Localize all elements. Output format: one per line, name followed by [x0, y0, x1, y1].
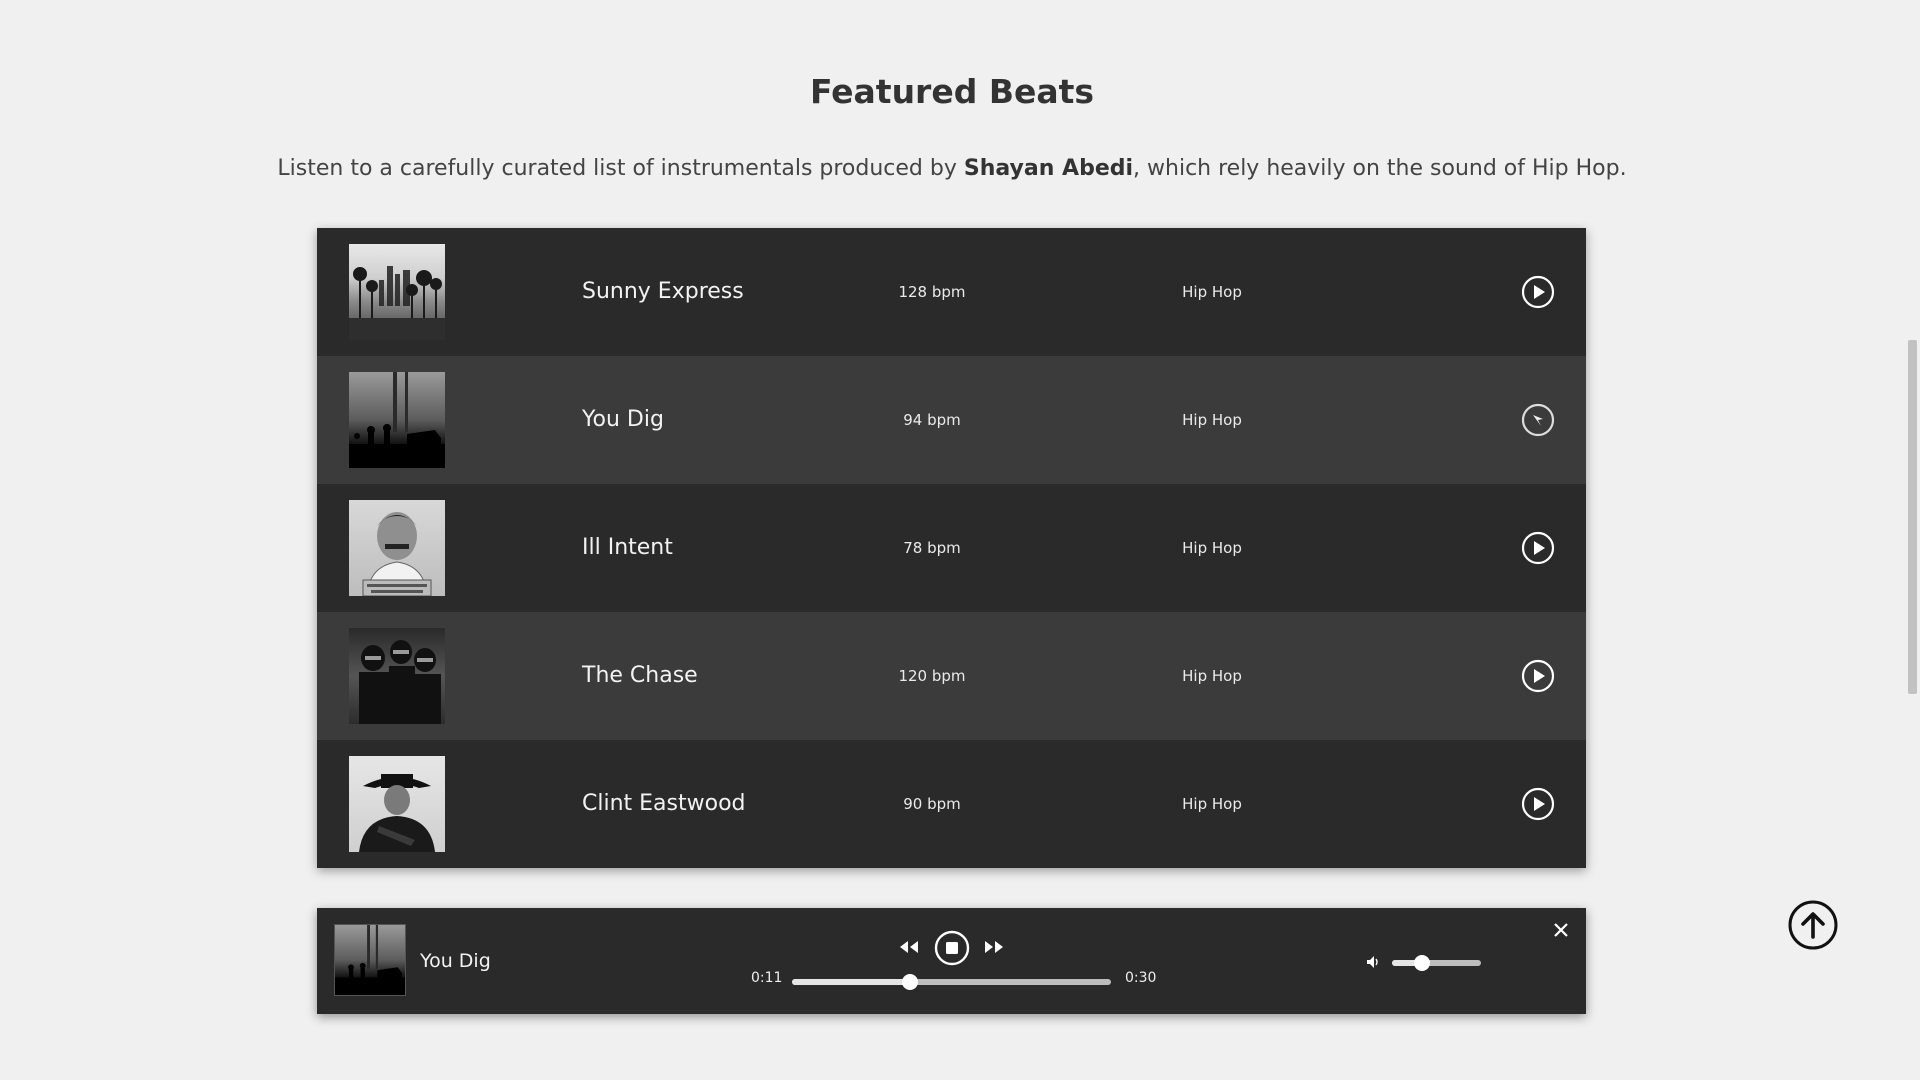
beat-genre: Hip Hop — [1182, 539, 1242, 557]
fast-forward-icon — [985, 941, 1003, 953]
beat-row[interactable]: You Dig 94 bpm Hip Hop — [317, 356, 1586, 484]
beat-genre: Hip Hop — [1182, 667, 1242, 685]
play-circle-icon — [1521, 275, 1555, 309]
page-scrollbar[interactable] — [1904, 0, 1920, 1080]
play-circle-icon — [1521, 659, 1555, 693]
beat-cover-image — [349, 500, 445, 597]
beat-row[interactable]: Sunny Express 128 bpm Hip Hop — [317, 228, 1586, 356]
volume-handle[interactable] — [1414, 955, 1431, 971]
beat-row[interactable]: Clint Eastwood 90 bpm Hip Hop — [317, 740, 1586, 868]
volume-slider[interactable] — [1392, 955, 1481, 971]
stop-button[interactable] — [934, 930, 970, 966]
beat-cover-image — [349, 244, 445, 340]
beat-cover-image — [349, 756, 445, 852]
beat-list: Sunny Express 128 bpm Hip Hop You Dig 94… — [317, 228, 1586, 868]
section-title: Featured Beats — [809, 72, 1095, 111]
play-button[interactable] — [1521, 531, 1555, 565]
audio-player: You Dig 0:11 0:30 — [317, 908, 1586, 1014]
beat-title[interactable]: Clint Eastwood — [582, 740, 746, 868]
now-playing-cover — [334, 924, 406, 996]
volume-icon — [1367, 956, 1378, 968]
arrow-up-circle-icon — [1788, 900, 1838, 950]
progress-fill — [792, 979, 911, 985]
loading-button[interactable] — [1521, 403, 1555, 437]
beat-genre: Hip Hop — [1182, 795, 1242, 813]
play-button[interactable] — [1521, 275, 1555, 309]
progress-bar[interactable] — [792, 974, 1111, 990]
fast-forward-button[interactable] — [983, 939, 1005, 955]
subtitle-text: Listen to a carefully curated list of in… — [277, 156, 964, 181]
beat-title[interactable]: Ill Intent — [582, 484, 673, 612]
loading-circle-icon — [1521, 403, 1555, 437]
producer-name: Shayan Abedi — [963, 156, 1134, 181]
play-button[interactable] — [1521, 659, 1555, 693]
stop-circle-icon — [934, 930, 970, 966]
current-time: 0:11 — [751, 970, 783, 986]
play-circle-icon — [1521, 787, 1555, 821]
rewind-button[interactable] — [898, 939, 920, 955]
beat-row[interactable]: The Chase 120 bpm Hip Hop — [317, 612, 1586, 740]
subtitle-text-end: , which rely heavily on the sound of Hip… — [1133, 156, 1627, 181]
beat-bpm: 120 bpm — [898, 667, 966, 685]
beat-cover-image — [349, 372, 445, 468]
beat-row[interactable]: Ill Intent 78 bpm Hip Hop — [317, 484, 1586, 612]
beat-bpm: 90 bpm — [903, 795, 961, 813]
close-player-button[interactable] — [1553, 922, 1569, 938]
beat-title[interactable]: Sunny Express — [582, 228, 744, 356]
beat-bpm: 94 bpm — [903, 411, 961, 429]
section-subtitle: Listen to a carefully curated list of in… — [0, 156, 1904, 181]
beat-title[interactable]: You Dig — [582, 356, 664, 484]
play-circle-icon — [1521, 531, 1555, 565]
volume-button[interactable] — [1365, 954, 1381, 970]
scrollbar-thumb[interactable] — [1908, 340, 1917, 694]
beat-title[interactable]: The Chase — [582, 612, 698, 740]
beat-genre: Hip Hop — [1182, 411, 1242, 429]
beat-bpm: 78 bpm — [903, 539, 961, 557]
now-playing-title: You Dig — [420, 950, 491, 972]
duration: 0:30 — [1125, 970, 1157, 986]
progress-handle[interactable] — [902, 974, 919, 990]
rewind-icon — [900, 941, 918, 953]
play-button[interactable] — [1521, 787, 1555, 821]
beat-genre: Hip Hop — [1182, 283, 1242, 301]
beat-cover-image — [349, 628, 445, 724]
beat-bpm: 128 bpm — [898, 283, 966, 301]
scroll-to-top-button[interactable] — [1788, 900, 1838, 950]
close-icon — [1554, 923, 1568, 937]
